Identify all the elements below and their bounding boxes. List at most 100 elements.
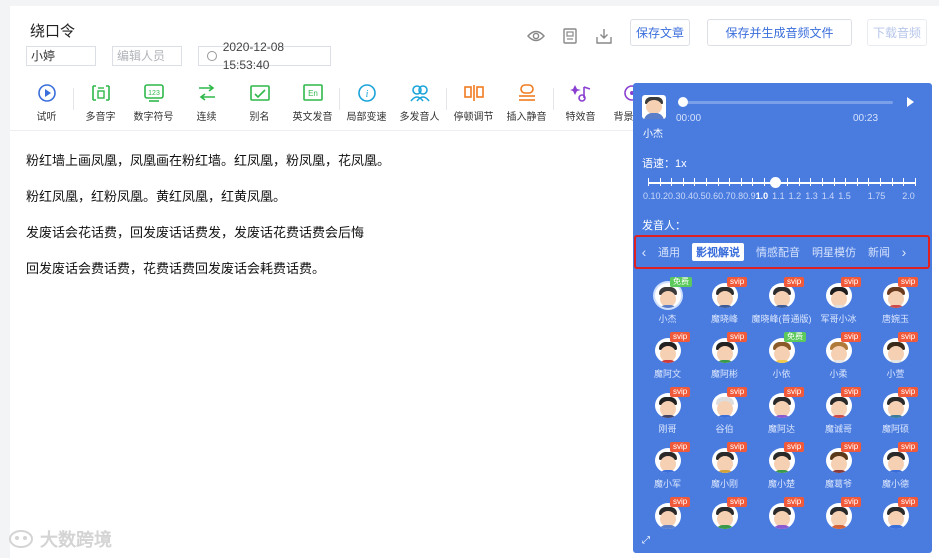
svip-badge: svip [727,497,748,507]
voice-card[interactable]: 免费 小杰 [639,277,696,325]
voice-card[interactable]: svip 魔小德 [867,442,924,490]
speed-tick [868,178,870,186]
speed-value: 1x [675,158,687,170]
tool-speed[interactable]: i 局部变速 [340,82,393,123]
play-icon[interactable] [907,97,914,107]
svip-badge: svip [784,277,805,287]
text-content[interactable]: 粉红墙上画凤凰，凤凰画在粉红墙。红凤凰，粉凤凰，花凤凰。 粉红凤凰，红粉凤凰。黄… [26,152,390,296]
time-start: 00:00 [676,113,702,124]
watermark-text: 大数跨境 [40,530,112,550]
author-field[interactable]: 小婷 [26,46,96,66]
svip-badge: svip [784,442,805,452]
audio-progress-track[interactable] [681,101,893,104]
voice-card[interactable]: svip 魔小军 [639,442,696,490]
save-article-button[interactable]: 保存文章 [630,19,690,46]
voice-name: 魔小楚 [767,479,795,489]
speed-slider-knob[interactable] [770,177,781,188]
speed-tick [764,178,765,186]
voice-card[interactable]: svip 魔晓峰 [696,277,753,325]
voice-card[interactable]: svip 魔阿硕 [867,387,924,435]
voice-card[interactable]: svip 魔阿达 [753,387,810,435]
document-icon[interactable] [560,26,580,46]
tool-multi-speaker[interactable]: 多发音人 [393,82,446,123]
collapse-icon[interactable]: ⤢ [642,535,650,546]
speed-label-text: 语速： [642,158,675,170]
tool-label: 局部变速 [346,112,387,123]
voice-card[interactable]: svip 魔小刚 [696,442,753,490]
chevron-left-icon[interactable]: ‹ [636,244,652,260]
tool-number[interactable]: 123 数字符号 [127,82,180,123]
tool-english[interactable]: En 英文发音 [286,82,339,123]
editor-field[interactable]: 编辑人员 [112,46,182,66]
save-generate-audio-button[interactable]: 保存并生成音频文件 [707,19,852,46]
toolbar: 试听 多音字 123 数字符号 连续 别名 En 英文发音 i 局部变速 多发音人 停顿调节 插入静音 特… [20,82,660,123]
svg-text:En: En [308,89,318,98]
speed-tick [833,178,835,186]
voice-card[interactable]: svip 刚哥 [639,387,696,435]
speed-tick-labels: 0.10.20.30.40.50.60.70.80.91.0 1.1 1.2 1.3 1… [643,191,919,201]
voice-card[interactable]: svip 魔晓峰(普通版) [752,277,812,325]
speed-slider-track[interactable] [648,182,916,184]
category-tab[interactable]: 通用 [658,244,680,260]
voice-card[interactable]: svip 魔阿文 [639,332,696,380]
voice-name: 魔阿彬 [710,369,738,379]
speed-tick [682,178,684,186]
svip-badge: svip [841,332,862,342]
voice-name: 魔小德 [881,479,909,489]
speed-tick-label: 1.1 [772,191,785,201]
tool-label: 多音字 [85,112,116,123]
tool-label: 多发音人 [399,112,440,123]
speed-tick [694,178,696,186]
audio-progress-knob[interactable] [678,97,688,107]
download-icon[interactable] [594,26,614,46]
eye-icon[interactable] [526,26,546,46]
voice-card[interactable]: svip 小萱 [867,332,924,380]
speed-tick [729,178,731,186]
voice-card[interactable]: svip 军哥小冰 [810,277,867,325]
speed-tick-label: 0.2 [655,191,669,201]
svip-badge: svip [841,387,862,397]
tool-effect-sound[interactable]: 特效音 [554,82,607,123]
tool-continuous[interactable]: 连续 [180,82,233,123]
voice-card[interactable]: svip [867,497,924,545]
category-tab[interactable]: 影视解说 [692,243,744,261]
page-title[interactable]: 绕口令 [30,20,75,41]
tool-silence[interactable]: 插入静音 [500,82,553,123]
voice-card[interactable]: svip 魔诚哥 [810,387,867,435]
voice-name: 唐婉玉 [881,314,909,324]
paragraph[interactable]: 粉红墙上画凤凰，凤凰画在粉红墙。红凤凰，粉凤凰，花凤凰。 [26,152,390,170]
play-circle-icon [36,82,58,104]
svip-badge: svip [898,387,919,397]
voice-card[interactable]: svip 唐婉玉 [867,277,924,325]
voice-card[interactable]: svip 魔阿彬 [696,332,753,380]
download-audio-button[interactable]: 下载音频 [867,19,927,46]
tool-polyphone[interactable]: 多音字 [74,82,127,123]
speed-tick [891,178,893,186]
svip-badge: svip [898,332,919,342]
chevron-right-icon[interactable]: › [896,244,912,260]
category-tab[interactable]: 明星模仿 [812,244,856,260]
svip-badge: svip [670,332,691,342]
tool-alias[interactable]: 别名 [233,82,286,123]
speed-tick-label: 0.1 [643,191,656,201]
paragraph[interactable]: 发废话会花话费，回发废话话费发，发废话花费话费会后悔 [26,224,390,242]
category-tab[interactable]: 新闻 [868,244,890,260]
tool-pause-adjust[interactable]: 停顿调节 [447,82,500,123]
speed-tick [752,178,754,186]
voice-card[interactable]: svip [696,497,753,545]
paragraph[interactable]: 回发废话会费话费，花费话费回发废话会耗费话费。 [26,260,390,278]
voice-name: 魔阿文 [653,369,681,379]
speed-tick [717,178,719,186]
voice-card[interactable]: svip 魔小楚 [753,442,810,490]
tool-play-circle[interactable]: 试听 [20,82,73,123]
category-tab[interactable]: 情感配音 [756,244,800,260]
voice-card[interactable]: svip [753,497,810,545]
voice-card[interactable]: 免费 小依 [753,332,810,380]
voice-card[interactable]: svip 小柔 [810,332,867,380]
voice-card[interactable]: svip [810,497,867,545]
paragraph[interactable]: 粉红凤凰，红粉凤凰。黄红凤凰，红黄凤凰。 [26,188,390,206]
svip-badge: svip [841,442,862,452]
voice-card[interactable]: svip 魔葛爷 [810,442,867,490]
voice-card[interactable]: svip 谷伯 [696,387,753,435]
date-value: 2020-12-08 15:53:40 [222,40,285,72]
